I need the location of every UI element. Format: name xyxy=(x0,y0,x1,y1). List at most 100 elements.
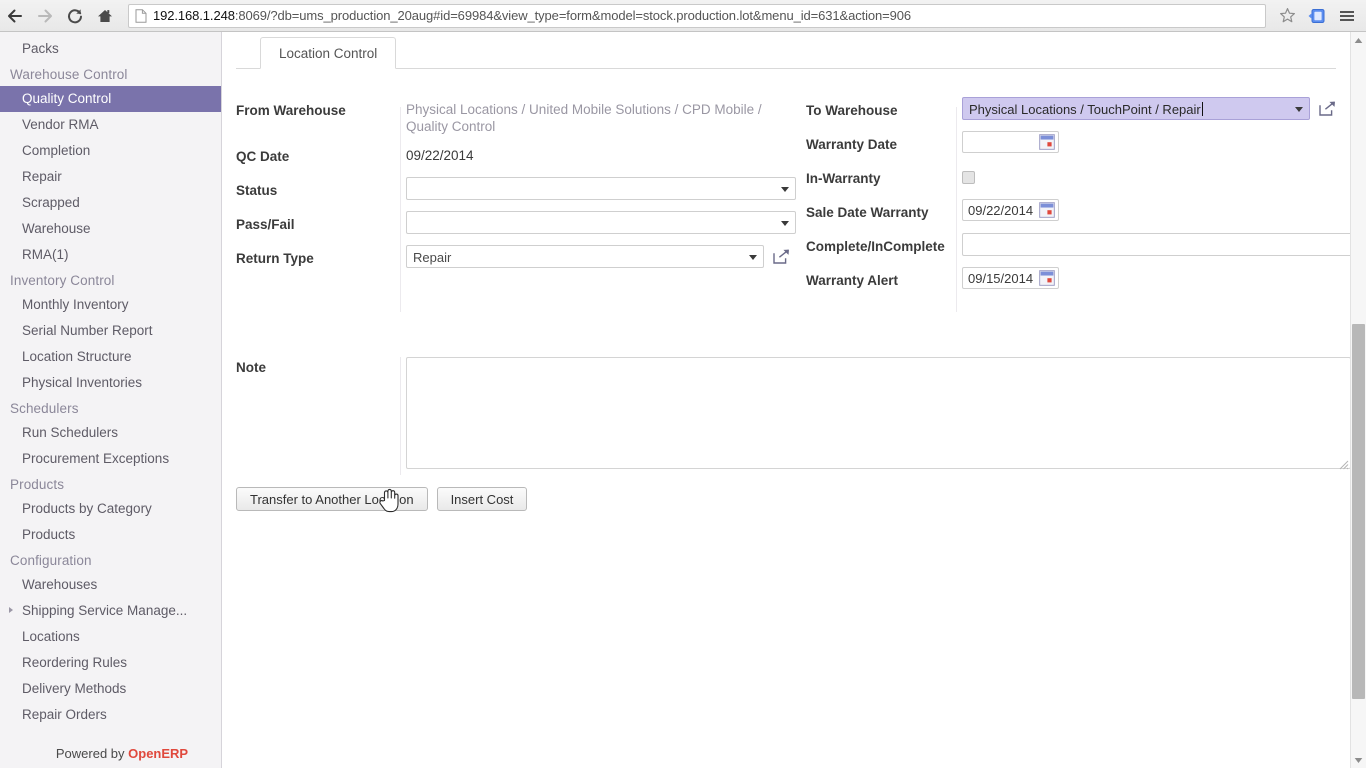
column-divider xyxy=(956,107,957,312)
transfer-to-another-location-button[interactable]: Transfer to Another Location xyxy=(236,487,428,511)
sidebar-item-run-schedulers[interactable]: Run Schedulers xyxy=(0,420,221,446)
chevron-right-icon xyxy=(9,607,13,613)
external-link-icon[interactable] xyxy=(1318,100,1336,118)
chevron-down-icon xyxy=(781,187,789,192)
tab-location-control[interactable]: Location Control xyxy=(260,37,397,69)
sale-date-warranty-input[interactable]: 09/22/2014 xyxy=(962,199,1059,221)
field-row-warranty-alert: Warranty Alert 09/15/2014 xyxy=(806,267,1351,293)
sidebar-item-quality-control[interactable]: Quality Control xyxy=(0,86,221,112)
button-label: Transfer to Another Location xyxy=(250,491,414,507)
sidebar-item-scrapped[interactable]: Scrapped xyxy=(0,190,221,216)
sidebar-item-label: Procurement Exceptions xyxy=(22,451,170,466)
warranty-date-input[interactable] xyxy=(962,131,1059,153)
sidebar-item-physical-inventories[interactable]: Physical Inventories xyxy=(0,370,221,396)
browser-toolbar: 192.168.1.248:8069/?db=ums_production_20… xyxy=(0,0,1366,32)
page-body: Packs Warehouse Control Quality Control … xyxy=(0,32,1366,768)
sidebar-item-completion[interactable]: Completion xyxy=(0,138,221,164)
external-link-icon[interactable] xyxy=(772,248,790,266)
sidebar-item-shipping-service-management[interactable]: Shipping Service Manage... xyxy=(0,598,221,624)
hamburger-menu-icon[interactable] xyxy=(1332,2,1362,30)
forward-arrow-icon[interactable] xyxy=(30,1,60,31)
in-warranty-checkbox[interactable] xyxy=(962,171,975,184)
sidebar-item-label: Scrapped xyxy=(22,195,80,210)
back-arrow-icon[interactable] xyxy=(0,1,30,31)
field-label-sale-date-warranty: Sale Date Warranty xyxy=(806,205,929,220)
sidebar-item-repair-orders[interactable]: Repair Orders xyxy=(0,702,221,728)
field-label-return-type: Return Type xyxy=(236,251,314,266)
vertical-scrollbar[interactable] xyxy=(1350,32,1366,768)
field-label-warranty-alert: Warranty Alert xyxy=(806,273,899,288)
sidebar-item-products-by-category[interactable]: Products by Category xyxy=(0,496,221,522)
sidebar-item-label: Delivery Methods xyxy=(22,681,127,696)
url-path: :8069/?db=ums_production_20aug#id=69984&… xyxy=(234,8,912,23)
sidebar-item-warehouses[interactable]: Warehouses xyxy=(0,572,221,598)
sidebar-item-label: Warehouses xyxy=(22,577,98,592)
sidebar-item-warehouse[interactable]: Warehouse xyxy=(0,216,221,242)
sidebar-item-label: Reordering Rules xyxy=(22,655,128,670)
field-row-pass-fail: Pass/Fail xyxy=(236,211,796,237)
sidebar-section-warehouse-control: Warehouse Control xyxy=(10,67,128,82)
resize-grip-icon[interactable] xyxy=(1339,457,1349,470)
complete-incomplete-dropdown[interactable] xyxy=(962,233,1366,256)
sidebar-item-label: Products by Category xyxy=(22,501,152,516)
sidebar-item-rma[interactable]: RMA(1) xyxy=(0,242,221,268)
powered-by-text: Powered by xyxy=(55,746,129,761)
vertical-scrollbar-thumb[interactable] xyxy=(1352,324,1365,699)
sidebar-item-delivery-methods[interactable]: Delivery Methods xyxy=(0,676,221,702)
openerp-brand: OpenERP xyxy=(128,746,189,761)
sidebar-item-reordering-rules[interactable]: Reordering Rules xyxy=(0,650,221,676)
reload-icon[interactable] xyxy=(60,1,90,31)
sidebar-item-serial-number-report[interactable]: Serial Number Report xyxy=(0,318,221,344)
sidebar-item-location-structure[interactable]: Location Structure xyxy=(0,344,221,370)
home-icon[interactable] xyxy=(90,1,120,31)
column-divider xyxy=(400,357,401,475)
warranty-alert-input[interactable]: 09/15/2014 xyxy=(962,267,1059,289)
sidebar-item-label: Run Schedulers xyxy=(22,425,119,440)
sidebar-item-label: Locations xyxy=(22,629,80,644)
field-row-return-type: Return Type Repair xyxy=(236,245,796,271)
scroll-down-arrow-icon[interactable] xyxy=(1351,752,1366,768)
note-textarea[interactable] xyxy=(406,357,1351,470)
star-bookmark-icon[interactable] xyxy=(1272,2,1302,30)
form-action-buttons: Transfer to Another Location Insert Cost xyxy=(236,487,528,511)
status-dropdown[interactable] xyxy=(406,177,796,200)
calendar-icon[interactable] xyxy=(1039,270,1055,286)
sidebar-item-repair[interactable]: Repair xyxy=(0,164,221,190)
field-label-to-warehouse: To Warehouse xyxy=(806,103,898,118)
scroll-up-arrow-icon[interactable] xyxy=(1351,32,1366,48)
field-value-from-warehouse: Physical Locations / United Mobile Solut… xyxy=(406,102,762,134)
field-row-in-warranty: In-Warranty xyxy=(806,165,1351,191)
sale-date-warranty-value: 09/22/2014 xyxy=(968,203,1034,218)
sidebar-item-products[interactable]: Products xyxy=(0,522,221,548)
sidebar-item-procurement-exceptions[interactable]: Procurement Exceptions xyxy=(0,446,221,472)
return-type-dropdown[interactable]: Repair xyxy=(406,245,764,268)
field-row-warranty-date: Warranty Date xyxy=(806,131,1351,157)
sidebar-item-label: RMA(1) xyxy=(22,247,69,262)
sidebar-item-label: Repair xyxy=(22,169,62,184)
chevron-down-icon xyxy=(749,255,757,260)
sidebar-item-vendor-rma[interactable]: Vendor RMA xyxy=(0,112,221,138)
pass-fail-dropdown[interactable] xyxy=(406,211,796,234)
sidebar-section-configuration: Configuration xyxy=(10,553,92,568)
field-label-warranty-date: Warranty Date xyxy=(806,137,898,152)
warranty-alert-value: 09/15/2014 xyxy=(968,271,1034,286)
extension-icon[interactable] xyxy=(1302,2,1332,30)
to-warehouse-dropdown[interactable]: Physical Locations / TouchPoint / Repair xyxy=(962,97,1310,120)
calendar-icon[interactable] xyxy=(1039,134,1055,150)
tab-strip: Location Control xyxy=(236,37,1336,69)
text-cursor xyxy=(1201,102,1203,116)
sidebar-item-locations[interactable]: Locations xyxy=(0,624,221,650)
sidebar-item-label: Monthly Inventory xyxy=(22,297,129,312)
sidebar-section-inventory-control: Inventory Control xyxy=(10,273,115,288)
sidebar-item-packs[interactable]: Packs xyxy=(0,36,221,62)
form-column-left: From Warehouse Physical Locations / Unit… xyxy=(236,97,796,312)
note-section: Note xyxy=(236,357,1351,475)
chevron-down-icon xyxy=(1295,107,1303,112)
address-bar[interactable]: 192.168.1.248:8069/?db=ums_production_20… xyxy=(128,3,1266,28)
sidebar-item-monthly-inventory[interactable]: Monthly Inventory xyxy=(0,292,221,318)
sidebar-item-label: Completion xyxy=(22,143,91,158)
field-row-sale-date-warranty: Sale Date Warranty 09/22/2014 xyxy=(806,199,1351,225)
calendar-icon[interactable] xyxy=(1039,202,1055,218)
insert-cost-button[interactable]: Insert Cost xyxy=(436,487,528,511)
field-row-to-warehouse: To Warehouse Physical Locations / TouchP… xyxy=(806,97,1351,123)
